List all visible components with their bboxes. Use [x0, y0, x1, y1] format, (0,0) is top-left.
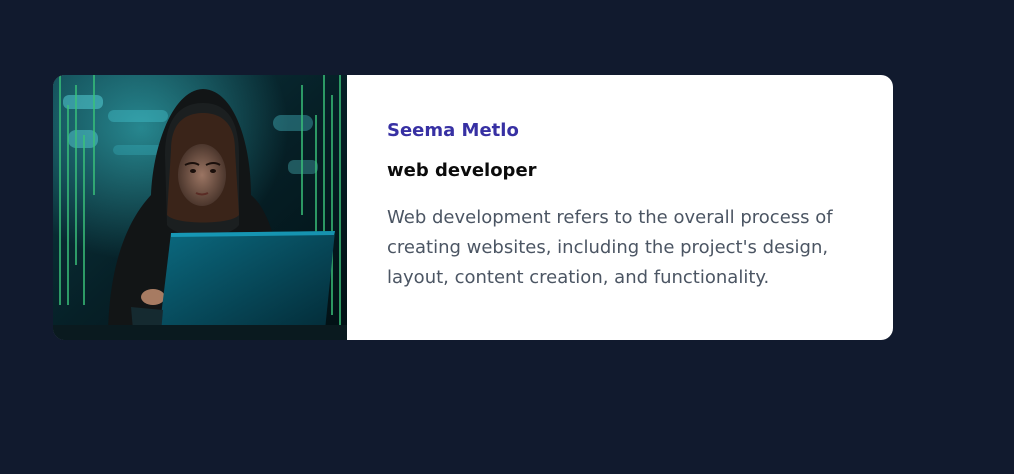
profile-description: Web development refers to the overall pr… — [387, 207, 833, 288]
profile-card: Seema Metlo web developer Web developmen… — [53, 75, 893, 340]
profile-name: Seema Metlo — [387, 120, 519, 141]
hooded-developer-illustration — [53, 75, 347, 340]
profile-card-body: Seema Metlo web developer Web developmen… — [347, 75, 893, 340]
profile-role: web developer — [387, 160, 537, 181]
page: Seema Metlo web developer Web developmen… — [0, 0, 1014, 474]
profile-image — [53, 75, 347, 340]
